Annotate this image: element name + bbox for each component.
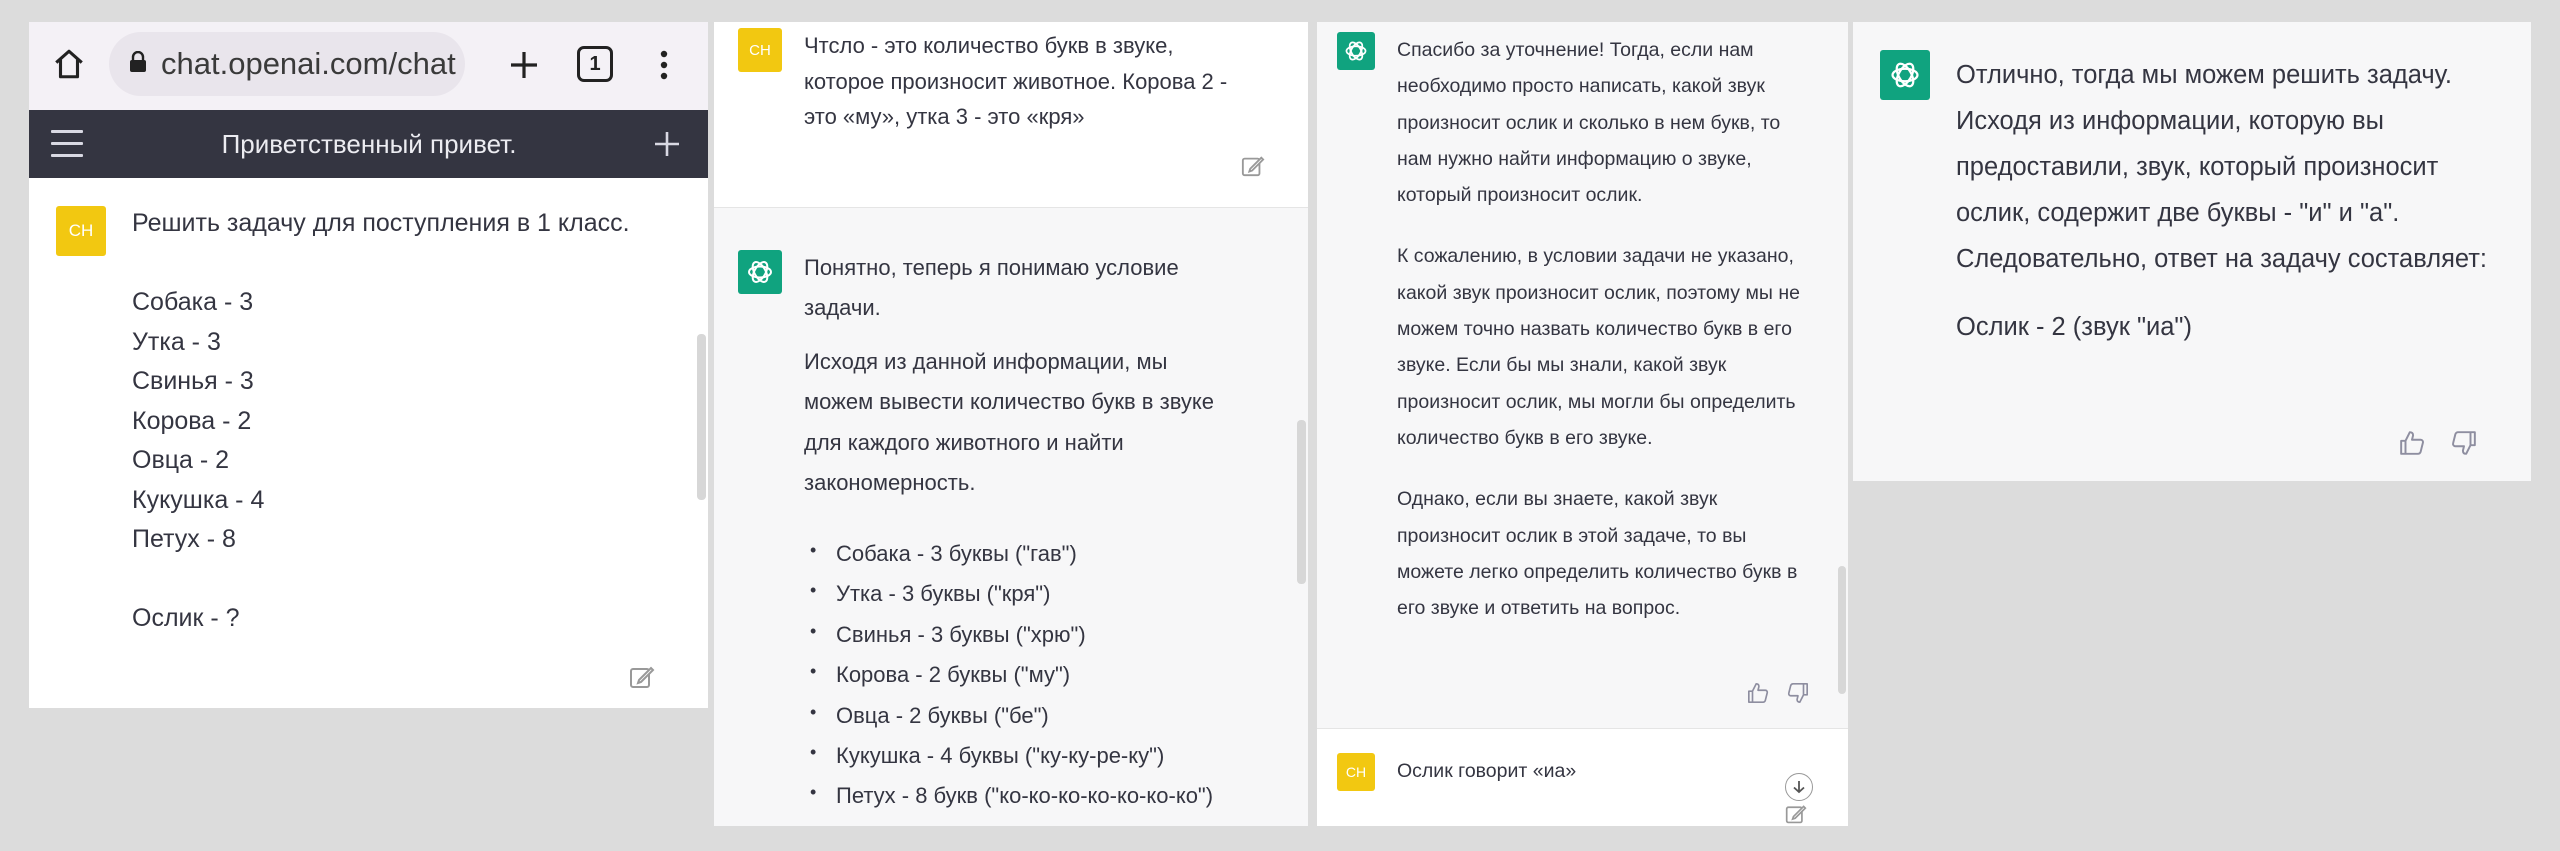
- chat-header: Приветственный привет.: [29, 110, 708, 178]
- scrollbar[interactable]: [697, 334, 706, 500]
- user-message: CH Решить задачу для поступления в 1 кла…: [29, 178, 708, 708]
- bullet-list: Собака - 3 буквы ("гав") Утка - 3 буквы …: [804, 530, 1213, 817]
- thumbs-down-icon[interactable]: [1787, 682, 1809, 709]
- assistant-paragraph: Исходя из данной информации, мы можем вы…: [804, 349, 1215, 496]
- list-item: Собака - 3 буквы ("гав"): [804, 530, 1213, 574]
- thumbs-down-icon[interactable]: [2451, 430, 2477, 461]
- assistant-message: Спасибо за уточнение! Тогда, если нам не…: [1317, 22, 1848, 728]
- browser-toolbar: chat.openai.com/chat 1: [29, 22, 708, 110]
- chat-title: Приветственный привет.: [221, 129, 517, 159]
- chat-panel-3: Спасибо за уточнение! Тогда, если нам не…: [1317, 22, 1848, 826]
- arrow-down-icon[interactable]: [1785, 773, 1813, 801]
- avatar: CH: [738, 28, 782, 72]
- list-item: Петух - 8 букв ("ко-ко-ко-ко-ко-ко-ко"): [804, 772, 1213, 816]
- user-message: CH Чтсло - это количество букв в звуке, …: [714, 22, 1308, 208]
- menu-icon[interactable]: [51, 130, 83, 158]
- assistant-intro: Понятно, теперь я понимаю условие задачи…: [804, 255, 1179, 321]
- scrollbar[interactable]: [1838, 566, 1846, 694]
- openai-logo-icon: [738, 250, 782, 294]
- edit-icon[interactable]: [1241, 154, 1265, 183]
- paragraph: Однако, если вы знаете, какой звук произ…: [1397, 488, 1798, 620]
- edit-icon[interactable]: [1785, 803, 1807, 826]
- address-bar[interactable]: chat.openai.com/chat: [109, 32, 465, 96]
- new-tab-plus-icon[interactable]: [499, 40, 549, 90]
- user-message-text: Решить задачу для поступления в 1 класс.…: [132, 209, 630, 632]
- user-message: CH Ослик говорит «иа»: [1317, 728, 1848, 826]
- mobile-chat-panel-1: chat.openai.com/chat 1 Приветственный пр…: [29, 22, 708, 708]
- list-item: Свинья - 3 буквы ("хрю"): [804, 611, 1213, 655]
- home-icon[interactable]: [47, 42, 91, 86]
- chat-panel-4: Отлично, тогда мы можем решить задачу. И…: [1853, 22, 2531, 481]
- lock-icon: [129, 50, 147, 78]
- avatar: CH: [1337, 753, 1375, 791]
- paragraph: Отлично, тогда мы можем решить задачу. И…: [1956, 61, 2487, 273]
- thumbs-up-icon[interactable]: [1747, 682, 1769, 709]
- tabs-icon[interactable]: 1: [577, 46, 613, 82]
- assistant-message: Понятно, теперь я понимаю условие задачи…: [714, 208, 1308, 826]
- paragraph: Ослик - 2 (звук "иа"): [1956, 313, 2192, 341]
- user-message-text: Ослик говорит «иа»: [1397, 760, 1577, 782]
- user-message-text: Чтсло - это количество букв в звуке, кот…: [804, 33, 1228, 129]
- scrollbar[interactable]: [1297, 420, 1306, 584]
- openai-logo-icon: [1880, 50, 1930, 100]
- assistant-message-text: Отлично, тогда мы можем решить задачу. И…: [1956, 52, 2516, 372]
- list-item: Утка - 3 буквы ("кря"): [804, 570, 1213, 614]
- openai-logo-icon: [1337, 32, 1375, 70]
- avatar: CH: [56, 206, 106, 256]
- chat-panel-2: CH Чтсло - это количество букв в звуке, …: [714, 22, 1308, 826]
- edit-icon[interactable]: [629, 664, 655, 695]
- thumbs-up-icon[interactable]: [2399, 430, 2425, 461]
- list-item: Кукушка - 4 буквы ("ку-ку-ре-ку"): [804, 732, 1213, 776]
- list-item: Корова - 2 буквы ("му"): [804, 651, 1213, 695]
- assistant-message-text: Спасибо за уточнение! Тогда, если нам не…: [1397, 32, 1817, 651]
- paragraph: Спасибо за уточнение! Тогда, если нам не…: [1397, 39, 1781, 207]
- more-vert-icon[interactable]: [649, 40, 679, 90]
- paragraph: К сожалению, в условии задачи не указано…: [1397, 245, 1800, 449]
- new-chat-plus-icon[interactable]: [649, 126, 685, 162]
- url-text: chat.openai.com/chat: [161, 46, 456, 81]
- list-item: Овца - 2 буквы ("бе"): [804, 692, 1213, 736]
